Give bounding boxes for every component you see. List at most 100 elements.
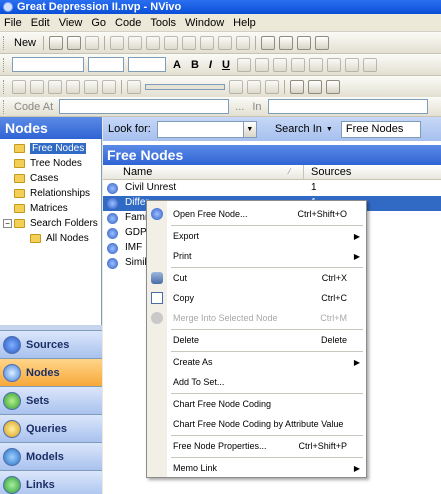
skip-forward-icon[interactable] (102, 79, 116, 94)
tree-item-matrices[interactable]: Matrices (14, 201, 68, 216)
tree-item-free-nodes[interactable]: Free Nodes (14, 141, 87, 156)
tree-item-all-nodes[interactable]: All Nodes (30, 231, 89, 246)
nav-button-models[interactable]: Models (0, 442, 102, 470)
tree-item-search-folders[interactable]: − Search Folders (3, 216, 98, 231)
mark-end-icon[interactable] (247, 79, 261, 94)
search-in-dropdown-icon[interactable]: ▼ (326, 126, 333, 133)
font-color-icon[interactable]: A (173, 59, 181, 71)
search-in-field[interactable]: Free Nodes (340, 120, 421, 138)
underline-icon[interactable]: U (222, 59, 230, 71)
tree-item-cases[interactable]: Cases (14, 171, 58, 186)
look-for-label: Look for: (108, 123, 151, 135)
link-icon[interactable] (200, 35, 215, 50)
rewind-icon[interactable] (66, 79, 80, 94)
code-at-browse-icon[interactable]: ... (235, 101, 244, 113)
search-in-button[interactable]: Search In (275, 123, 322, 135)
menu-item-memo-link[interactable]: Memo Link ▶ (147, 459, 366, 477)
undo-icon[interactable] (85, 35, 100, 50)
look-for-field[interactable]: ▼ (156, 120, 257, 138)
chart-icon[interactable] (182, 35, 197, 50)
query-icon[interactable] (236, 35, 251, 50)
align-right-icon[interactable] (308, 57, 323, 72)
menu-view[interactable]: View (59, 17, 83, 29)
menu-item-chart-coding[interactable]: Chart Free Node Coding (147, 395, 366, 413)
table-icon[interactable] (308, 79, 322, 94)
menu-tools[interactable]: Tools (150, 17, 176, 29)
menu-item-add-to-set[interactable]: Add To Set... (147, 373, 366, 391)
toolbar-grip[interactable] (3, 99, 6, 114)
collapse-icon[interactable]: − (3, 219, 12, 228)
menu-item-properties[interactable]: Free Node Properties... Ctrl+Shift+P (147, 437, 366, 455)
font-size-combo[interactable] (128, 57, 166, 72)
menu-item-delete[interactable]: Delete Delete (147, 331, 366, 349)
column-name[interactable]: Name (123, 166, 152, 178)
font-combo[interactable] (88, 57, 124, 72)
node-tree: Free Nodes Tree Nodes Cases Relationship… (0, 139, 102, 325)
style-combo[interactable] (12, 57, 84, 72)
menu-item-print[interactable]: Print ▶ (147, 247, 366, 265)
align-left-icon[interactable] (272, 57, 287, 72)
toolbar-grip[interactable] (3, 35, 6, 50)
menu-item-chart-coding-attribute[interactable]: Chart Free Node Coding by Attribute Valu… (147, 415, 366, 433)
menu-item-cut[interactable]: Cut Ctrl+X (147, 269, 366, 287)
bold-icon[interactable]: B (191, 59, 199, 71)
highlight-icon[interactable] (236, 57, 251, 72)
menu-help[interactable]: Help (233, 17, 256, 29)
menu-edit[interactable]: Edit (31, 17, 50, 29)
volume-icon[interactable] (127, 79, 141, 94)
toolbar-grip[interactable] (3, 57, 6, 72)
new-button[interactable]: New (14, 37, 36, 49)
menu-go[interactable]: Go (91, 17, 106, 29)
nav-button-queries[interactable]: Queries (0, 414, 102, 442)
numbering-icon[interactable] (128, 35, 143, 50)
menu-item-merge[interactable]: Merge Into Selected Node Ctrl+M (147, 309, 366, 327)
table-row[interactable]: Civil Unrest 1 (103, 181, 441, 196)
menu-item-export[interactable]: Export ▶ (147, 227, 366, 245)
justify-icon[interactable] (326, 57, 341, 72)
model-icon[interactable] (218, 35, 233, 50)
insert-icon[interactable] (164, 35, 179, 50)
code-at-combo[interactable] (59, 99, 230, 114)
align-center-icon[interactable] (290, 57, 305, 72)
zoom-icon[interactable] (315, 35, 330, 50)
menu-item-create-as[interactable]: Create As ▶ (147, 353, 366, 371)
outdent-icon[interactable] (362, 57, 377, 72)
skip-back-icon[interactable] (48, 79, 62, 94)
list-view-icon[interactable] (279, 35, 294, 50)
grid-icon[interactable] (290, 79, 304, 94)
detail-view-icon[interactable] (261, 35, 276, 50)
column-sources[interactable]: Sources (311, 166, 351, 178)
menu-file[interactable]: File (4, 17, 22, 29)
playback-slider[interactable] (145, 83, 225, 90)
chevron-down-icon[interactable]: ▼ (242, 121, 256, 137)
text-color-icon[interactable] (254, 57, 269, 72)
print-icon[interactable] (67, 35, 82, 50)
mark-start-icon[interactable] (229, 79, 243, 94)
menu-window[interactable]: Window (185, 17, 224, 29)
list-title: Free Nodes (103, 145, 441, 165)
columns-icon[interactable] (326, 79, 340, 94)
media-toolbar (0, 76, 441, 98)
menu-item-open-free-node[interactable]: Open Free Node... Ctrl+Shift+O (147, 205, 366, 223)
nav-button-sources[interactable]: Sources (0, 330, 102, 358)
indent-icon[interactable] (344, 57, 359, 72)
menu-item-copy[interactable]: Copy Ctrl+C (147, 289, 366, 307)
find-icon[interactable] (297, 35, 312, 50)
fast-forward-icon[interactable] (84, 79, 98, 94)
nav-button-nodes[interactable]: Nodes (0, 358, 102, 386)
bullets-icon[interactable] (110, 35, 125, 50)
nav-button-links[interactable]: Links (0, 470, 102, 494)
folder-icon (14, 204, 25, 213)
nav-button-sets[interactable]: Sets (0, 386, 102, 414)
save-icon[interactable] (49, 35, 64, 50)
menu-code[interactable]: Code (115, 17, 141, 29)
tree-item-relationships[interactable]: Relationships (14, 186, 90, 201)
line-icon[interactable] (146, 35, 161, 50)
in-combo[interactable] (267, 99, 428, 114)
toolbar-grip[interactable] (3, 79, 6, 94)
play-icon[interactable] (12, 79, 26, 94)
stop-icon[interactable] (30, 79, 44, 94)
tree-item-tree-nodes[interactable]: Tree Nodes (14, 156, 82, 171)
play-mode-icon[interactable] (265, 79, 279, 94)
italic-icon[interactable]: I (209, 59, 212, 71)
